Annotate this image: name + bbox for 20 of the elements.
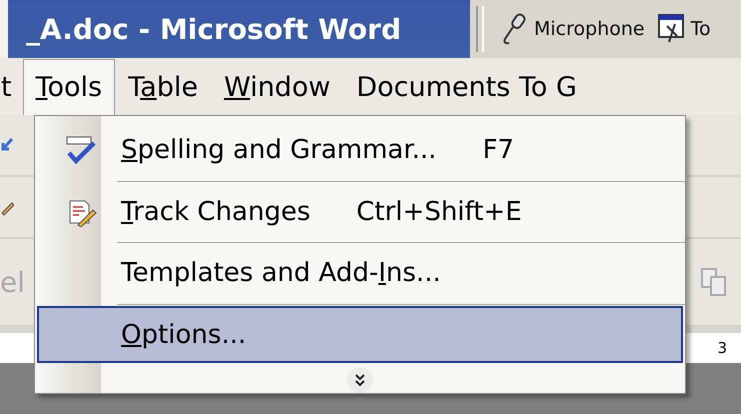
menu-item[interactable]: Options... <box>37 306 683 363</box>
menu-item[interactable]: Spelling and Grammar... F7 <box>37 122 683 179</box>
menu-bar-item[interactable]: Documents To G <box>343 59 590 115</box>
toolbar-grip[interactable] <box>476 6 484 52</box>
toolbar-text: el <box>0 266 26 298</box>
expand-chevron-icon[interactable] <box>347 367 373 393</box>
menu-bar-item[interactable]: Window <box>210 59 344 115</box>
menu-bar-item[interactable]: Tools <box>22 59 116 115</box>
toolbar-button[interactable]: Microphone <box>494 12 651 46</box>
menu-item[interactable]: Track Changes Ctrl+Shift+E <box>37 183 683 240</box>
ruler-number: 3 <box>717 339 727 357</box>
spelling-check-icon <box>65 135 97 166</box>
menu-item[interactable]: Templates and Add-Ins... <box>37 244 683 302</box>
copy-icon <box>699 265 729 299</box>
shortcut-text: F7 <box>482 135 514 166</box>
menu-bar-item[interactable]: Table <box>115 59 211 115</box>
window-title: _A.doc - Microsoft Word <box>25 12 402 46</box>
toolbar-button[interactable]: To <box>650 12 717 46</box>
menu-bar-item[interactable]: t <box>0 59 23 115</box>
shortcut-text: Ctrl+Shift+E <box>356 196 522 227</box>
